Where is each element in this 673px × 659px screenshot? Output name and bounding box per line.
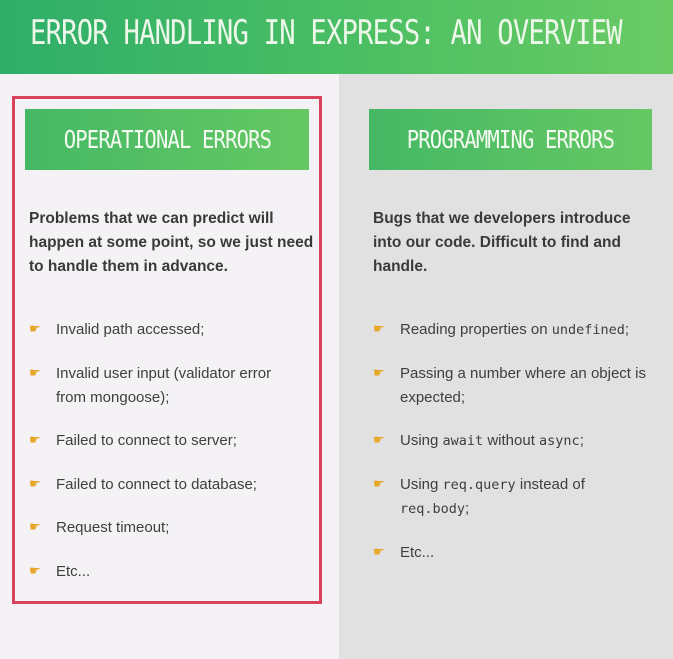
list-item-text: Invalid path accessed; xyxy=(56,321,205,338)
operational-errors-title: OPERATIONAL ERRORS xyxy=(63,125,271,154)
list-item: ☛ Request timeout; xyxy=(29,516,289,540)
pointing-hand-icon: ☛ xyxy=(29,432,41,447)
programming-errors-heading: PROGRAMMING ERRORS xyxy=(369,109,652,170)
operational-intro: Problems that we can predict will happen… xyxy=(29,210,314,275)
list-item: ☛ Passing a number where an object is ex… xyxy=(373,362,653,410)
list-item-text: Etc... xyxy=(400,544,435,561)
list-item: ☛ Etc... xyxy=(373,541,633,565)
list-item: ☛ Failed to connect to server; xyxy=(29,429,289,453)
list-item: ☛ Using req.query instead of req.body; xyxy=(373,473,633,521)
pointing-hand-icon: ☛ xyxy=(373,365,385,380)
list-item: ☛ Invalid path accessed; xyxy=(29,318,289,342)
operational-errors-heading: OPERATIONAL ERRORS xyxy=(25,109,309,170)
list-item: ☛ Invalid user input (validator error fr… xyxy=(29,362,289,410)
pointing-hand-icon: ☛ xyxy=(373,476,385,491)
pointing-hand-icon: ☛ xyxy=(29,519,41,534)
list-item-text: Etc... xyxy=(56,563,91,580)
pointing-hand-icon: ☛ xyxy=(29,476,41,491)
list-item: ☛ Etc... xyxy=(29,560,289,584)
pointing-hand-icon: ☛ xyxy=(29,365,41,380)
header-bar: ERROR HANDLING IN EXPRESS: AN OVERVIEW xyxy=(0,0,673,74)
page-title: ERROR HANDLING IN EXPRESS: AN OVERVIEW xyxy=(30,13,623,53)
list-item-text: Reading properties on undefined; xyxy=(400,321,630,338)
list-item-text: Invalid user input (validator error from… xyxy=(56,365,272,406)
pointing-hand-icon: ☛ xyxy=(29,563,41,578)
pointing-hand-icon: ☛ xyxy=(373,321,385,336)
list-item: ☛ Using await without async; xyxy=(373,429,653,453)
programming-errors-title: PROGRAMMING ERRORS xyxy=(406,125,615,154)
list-item-text: Failed to connect to database; xyxy=(56,476,257,493)
list-item-text: Using await without async; xyxy=(400,432,584,449)
list-item: ☛ Failed to connect to database; xyxy=(29,473,289,497)
pointing-hand-icon: ☛ xyxy=(373,432,385,447)
programming-intro: Bugs that we developers introduce into o… xyxy=(373,210,631,275)
list-item-text: Using req.query instead of req.body; xyxy=(400,476,585,517)
list-item-text: Request timeout; xyxy=(56,519,170,536)
pointing-hand-icon: ☛ xyxy=(29,321,41,336)
list-item-text: Failed to connect to server; xyxy=(56,432,237,449)
list-item-text: Passing a number where an object is expe… xyxy=(400,365,646,406)
pointing-hand-icon: ☛ xyxy=(373,544,385,559)
list-item: ☛ Reading properties on undefined; xyxy=(373,318,663,342)
